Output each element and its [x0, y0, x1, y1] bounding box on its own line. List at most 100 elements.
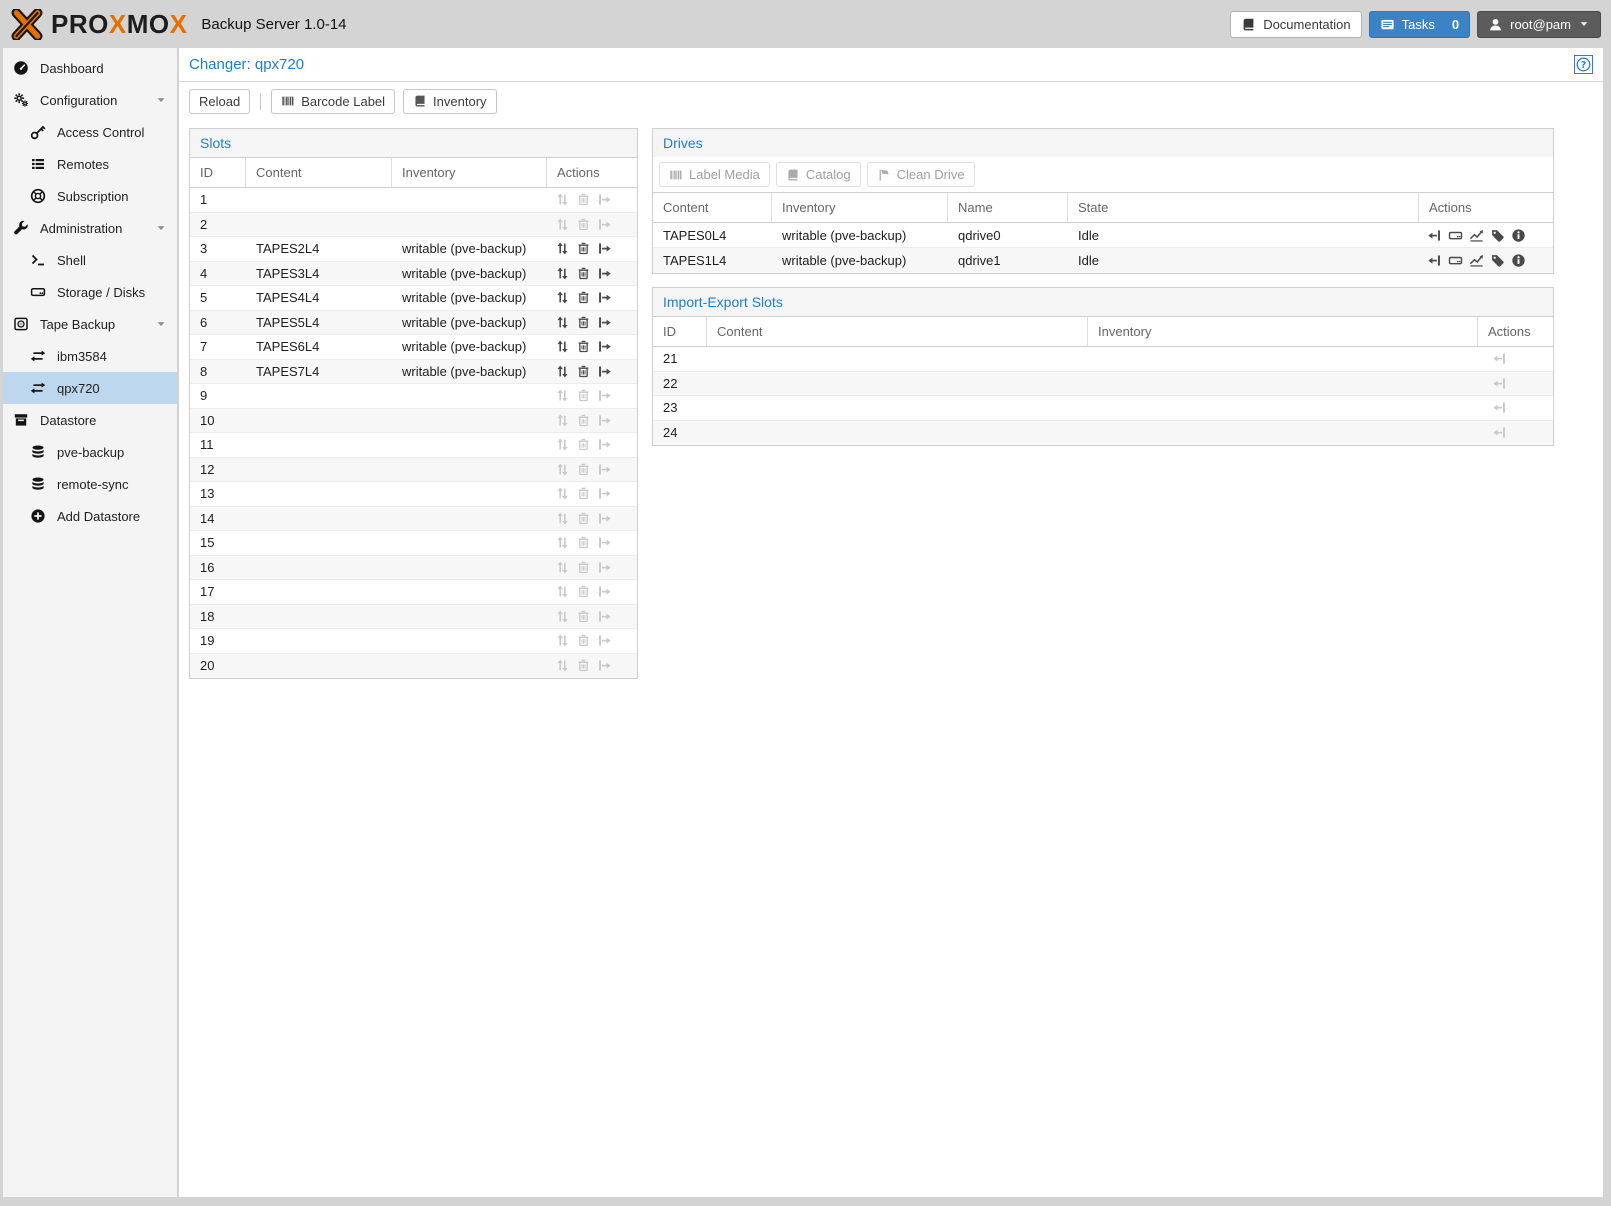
chevron-down-icon[interactable] — [155, 94, 167, 106]
sidebar-item-pve-backup[interactable]: pve-backup — [3, 436, 177, 468]
export-icon[interactable] — [597, 266, 612, 281]
help-button[interactable]: ? — [1574, 55, 1593, 74]
reload-button[interactable]: Reload — [189, 89, 250, 114]
row-actions — [547, 437, 637, 452]
table-row[interactable]: 14 — [190, 507, 637, 532]
transfer-icon[interactable] — [555, 266, 570, 281]
table-row[interactable]: 24 — [653, 421, 1553, 446]
table-row[interactable]: 20 — [190, 654, 637, 679]
documentation-button[interactable]: Documentation — [1230, 11, 1361, 38]
chevron-down-icon[interactable] — [155, 222, 167, 234]
sidebar-item-storage-disks[interactable]: Storage / Disks — [3, 276, 177, 308]
sidebar-item-dashboard[interactable]: Dashboard — [3, 52, 177, 84]
table-row[interactable]: 19 — [190, 629, 637, 654]
column-header-inventory[interactable]: Inventory — [392, 158, 547, 187]
user-menu-button[interactable]: root@pam — [1477, 11, 1601, 38]
sidebar-item-access-control[interactable]: Access Control — [3, 116, 177, 148]
table-row[interactable]: 22 — [653, 372, 1553, 397]
label-media-button[interactable]: Label Media — [659, 162, 770, 187]
column-header-actions[interactable]: Actions — [1419, 193, 1553, 222]
catalog-button[interactable]: Catalog — [776, 162, 861, 187]
trash-icon[interactable] — [576, 364, 591, 379]
table-row[interactable]: 3TAPES2L4writable (pve-backup) — [190, 237, 637, 262]
chevron-down-icon[interactable] — [155, 318, 167, 330]
column-header-name[interactable]: Name — [948, 193, 1068, 222]
table-row[interactable]: 15 — [190, 531, 637, 556]
sidebar-item-datastore[interactable]: Datastore — [3, 404, 177, 436]
sidebar-item-remotes[interactable]: Remotes — [3, 148, 177, 180]
barcode-label-button[interactable]: Barcode Label — [271, 89, 395, 114]
sidebar-item-remote-sync[interactable]: remote-sync — [3, 468, 177, 500]
table-row[interactable]: 21 — [653, 347, 1553, 372]
table-row[interactable]: 18 — [190, 605, 637, 630]
sidebar-item-configuration[interactable]: Configuration — [3, 84, 177, 116]
trash-icon[interactable] — [576, 241, 591, 256]
column-header-state[interactable]: State — [1068, 193, 1419, 222]
trash-icon[interactable] — [576, 290, 591, 305]
table-row[interactable]: 10 — [190, 409, 637, 434]
table-row[interactable]: 16 — [190, 556, 637, 581]
table-row[interactable]: 5TAPES4L4writable (pve-backup) — [190, 286, 637, 311]
table-row[interactable]: 4TAPES3L4writable (pve-backup) — [190, 262, 637, 287]
table-row[interactable]: 9 — [190, 384, 637, 409]
clean-drive-button[interactable]: Clean Drive — [867, 162, 975, 187]
row-actions — [547, 192, 637, 207]
inventory-button[interactable]: Inventory — [403, 89, 496, 114]
column-header-inventory[interactable]: Inventory — [772, 193, 948, 222]
sidebar-item-subscription[interactable]: Subscription — [3, 180, 177, 212]
unload-icon[interactable] — [1427, 253, 1442, 268]
export-icon[interactable] — [597, 364, 612, 379]
transfer-icon — [555, 584, 570, 599]
transfer-icon[interactable] — [555, 339, 570, 354]
transfer-icon[interactable] — [555, 241, 570, 256]
drive-icon[interactable] — [1448, 228, 1463, 243]
table-row[interactable]: 11 — [190, 433, 637, 458]
table-row[interactable]: 23 — [653, 396, 1553, 421]
chart-line-icon[interactable] — [1469, 228, 1484, 243]
export-icon[interactable] — [597, 290, 612, 305]
transfer-icon[interactable] — [555, 364, 570, 379]
table-row[interactable]: 2 — [190, 213, 637, 238]
column-header-id[interactable]: ID — [190, 158, 246, 187]
trash-icon[interactable] — [576, 339, 591, 354]
column-header-actions[interactable]: Actions — [547, 158, 637, 187]
column-header-content[interactable]: Content — [653, 193, 772, 222]
table-row[interactable]: 13 — [190, 482, 637, 507]
column-header-content[interactable]: Content — [707, 317, 1088, 346]
column-header-content[interactable]: Content — [246, 158, 392, 187]
table-row[interactable]: TAPES0L4writable (pve-backup)qdrive0Idle — [653, 223, 1553, 248]
drive-icon[interactable] — [1448, 253, 1463, 268]
trash-icon[interactable] — [576, 266, 591, 281]
export-icon[interactable] — [597, 241, 612, 256]
table-row[interactable]: 6TAPES5L4writable (pve-backup) — [190, 311, 637, 336]
table-row[interactable]: 17 — [190, 580, 637, 605]
column-header-actions[interactable]: Actions — [1478, 317, 1553, 346]
trash-icon[interactable] — [576, 315, 591, 330]
sidebar-item-shell[interactable]: Shell — [3, 244, 177, 276]
sidebar-item-qpx720[interactable]: qpx720 — [3, 372, 177, 404]
sidebar-item-add-datastore[interactable]: Add Datastore — [3, 500, 177, 532]
tasks-button[interactable]: Tasks 0 — [1369, 11, 1470, 38]
table-row[interactable]: TAPES1L4writable (pve-backup)qdrive1Idle — [653, 248, 1553, 273]
table-cell: 21 — [653, 351, 707, 366]
export-icon[interactable] — [597, 339, 612, 354]
info-icon[interactable] — [1511, 253, 1526, 268]
transfer-icon[interactable] — [555, 315, 570, 330]
column-header-inventory[interactable]: Inventory — [1088, 317, 1478, 346]
export-icon[interactable] — [597, 315, 612, 330]
sidebar-item-administration[interactable]: Administration — [3, 212, 177, 244]
tag-icon[interactable] — [1490, 253, 1505, 268]
chart-line-icon[interactable] — [1469, 253, 1484, 268]
transfer-icon[interactable] — [555, 290, 570, 305]
table-row[interactable]: 7TAPES6L4writable (pve-backup) — [190, 335, 637, 360]
table-row[interactable]: 12 — [190, 458, 637, 483]
sidebar-item-tape-backup[interactable]: Tape Backup — [3, 308, 177, 340]
table-row[interactable]: 8TAPES7L4writable (pve-backup) — [190, 360, 637, 385]
unload-icon[interactable] — [1427, 228, 1442, 243]
transfer-icon — [555, 217, 570, 232]
tag-icon[interactable] — [1490, 228, 1505, 243]
sidebar-item-ibm3584[interactable]: ibm3584 — [3, 340, 177, 372]
column-header-id[interactable]: ID — [653, 317, 707, 346]
table-row[interactable]: 1 — [190, 188, 637, 213]
info-icon[interactable] — [1511, 228, 1526, 243]
